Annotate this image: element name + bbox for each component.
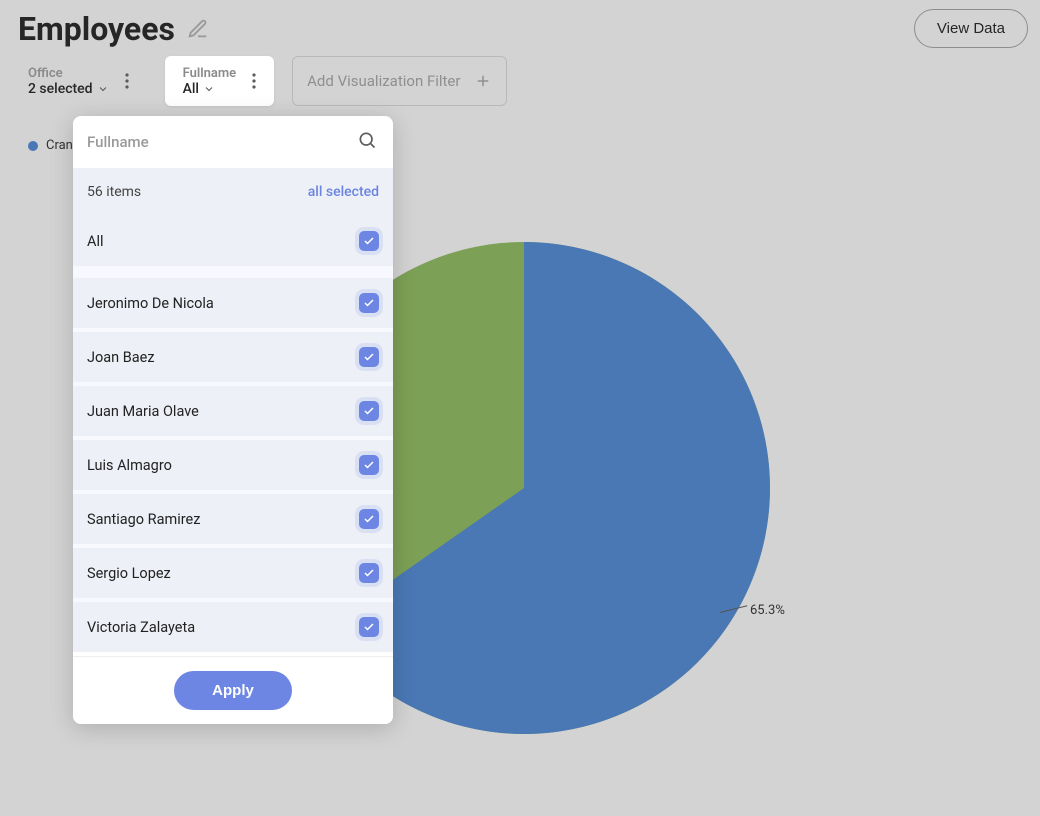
checkbox-checked-icon[interactable]	[359, 231, 379, 251]
dropdown-row-label: Jeronimo De Nicola	[87, 295, 359, 312]
dropdown-row[interactable]: Luis Almagro	[73, 440, 393, 490]
filter-fullname-menu-icon[interactable]	[242, 69, 266, 93]
dropdown-row-label: Sergio Lopez	[87, 565, 359, 582]
filter-office-label: Office	[28, 66, 109, 81]
search-icon[interactable]	[357, 130, 377, 154]
checkbox-checked-icon[interactable]	[359, 563, 379, 583]
checkbox-checked-icon[interactable]	[359, 509, 379, 529]
dropdown-row-all[interactable]: All	[73, 216, 393, 266]
dropdown-row-label: All	[87, 233, 359, 250]
fullname-filter-dropdown: Fullname 56 items all selected All Jeron…	[73, 116, 393, 724]
checkbox-checked-icon[interactable]	[359, 455, 379, 475]
checkbox-checked-icon[interactable]	[359, 401, 379, 421]
dropdown-row[interactable]: Santiago Ramirez	[73, 494, 393, 544]
dropdown-row-label: Joan Baez	[87, 349, 359, 366]
dropdown-row-label: Santiago Ramirez	[87, 511, 359, 528]
dropdown-row[interactable]: Juan Maria Olave	[73, 386, 393, 436]
view-data-button[interactable]: View Data	[914, 9, 1028, 48]
filter-fullname[interactable]: Fullname All	[165, 56, 275, 106]
dropdown-row[interactable]: Joan Baez	[73, 332, 393, 382]
plus-icon	[474, 72, 492, 90]
filter-office-menu-icon[interactable]	[115, 69, 139, 93]
pie-slice-label: 65.3%	[750, 603, 785, 618]
dropdown-row[interactable]: Victoria Zalayeta	[73, 602, 393, 652]
add-visualization-filter-button[interactable]: Add Visualization Filter	[292, 56, 507, 106]
page-title: Employees	[18, 10, 175, 48]
chevron-down-icon	[97, 83, 109, 95]
edit-icon[interactable]	[187, 18, 209, 40]
filter-fullname-label: Fullname	[183, 66, 237, 81]
dropdown-row[interactable]: Sergio Lopez	[73, 548, 393, 598]
apply-button[interactable]: Apply	[174, 671, 292, 710]
dropdown-row[interactable]: Jeronimo De Nicola	[73, 278, 393, 328]
checkbox-checked-icon[interactable]	[359, 293, 379, 313]
add-filter-label: Add Visualization Filter	[307, 72, 460, 90]
checkbox-checked-icon[interactable]	[359, 617, 379, 637]
dropdown-row-label: Luis Almagro	[87, 457, 359, 474]
filter-office[interactable]: Office 2 selected	[18, 56, 147, 106]
checkbox-checked-icon[interactable]	[359, 347, 379, 367]
dropdown-row-label: Juan Maria Olave	[87, 403, 359, 420]
dropdown-title: Fullname	[87, 133, 149, 151]
dropdown-row-label: Victoria Zalayeta	[87, 619, 359, 636]
filter-fullname-value: All	[183, 81, 199, 97]
dropdown-item-count: 56 items	[87, 184, 141, 200]
all-selected-link[interactable]: all selected	[308, 184, 379, 200]
legend-swatch-icon	[28, 141, 38, 151]
chevron-down-icon	[203, 83, 215, 95]
filter-office-value: 2 selected	[28, 81, 93, 97]
